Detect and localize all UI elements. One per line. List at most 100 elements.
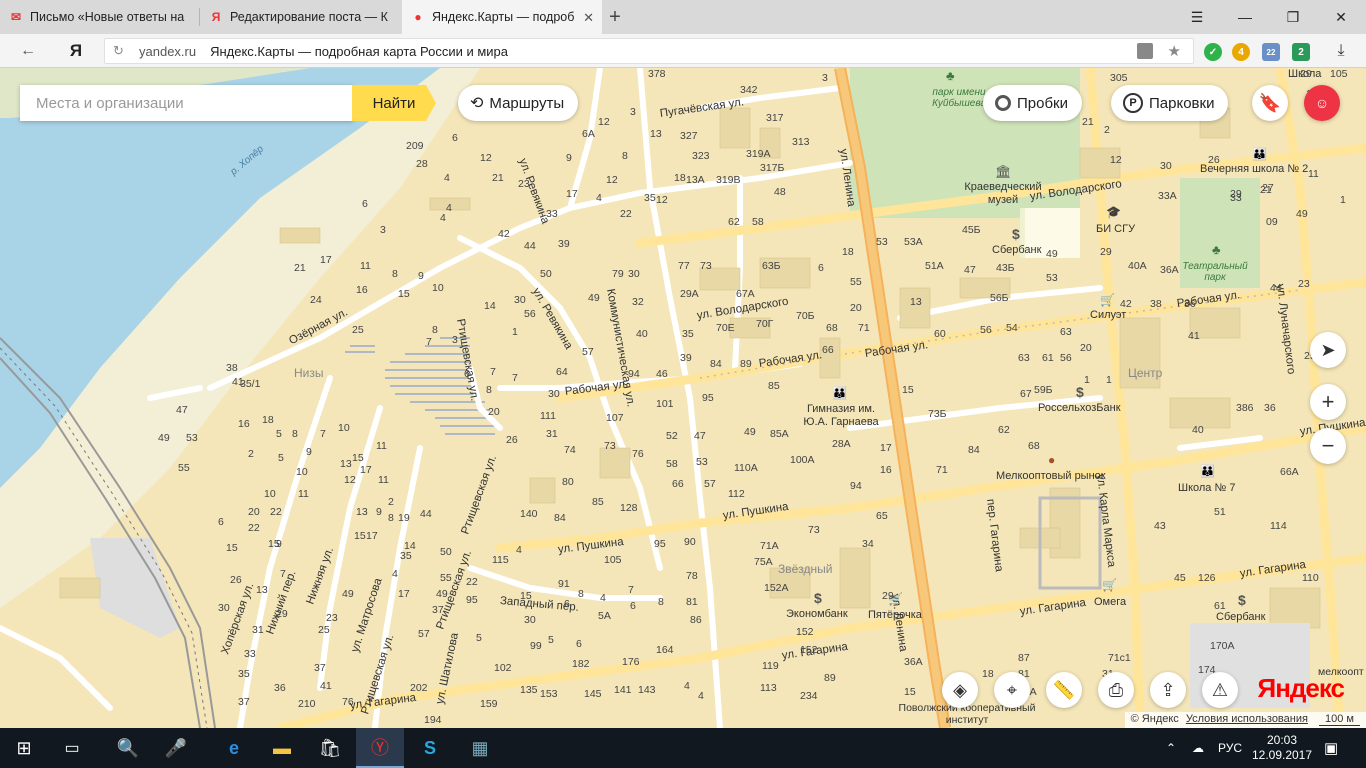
tray-chevron-icon[interactable]: ⌃ <box>1166 728 1176 768</box>
windows-start-icon[interactable]: ⊞ <box>0 728 48 768</box>
house-number: 11 <box>360 260 371 272</box>
geolocation-icon[interactable]: ➤ <box>1310 332 1346 368</box>
skype-icon[interactable]: S <box>406 728 454 768</box>
back-arrow-icon[interactable]: ← <box>12 34 44 68</box>
file-explorer-icon[interactable]: ▬ <box>258 728 306 768</box>
house-number: 342 <box>740 84 758 96</box>
museum-icon[interactable]: 🏛 <box>995 164 1012 180</box>
menu-icon[interactable]: ☰ <box>1174 0 1220 34</box>
house-number: 90 <box>684 536 696 548</box>
house-number: 30 <box>218 602 230 614</box>
star-icon[interactable]: ★ <box>1168 42 1181 60</box>
print-icon[interactable]: ⎙ <box>1098 672 1134 708</box>
house-number: 62 <box>998 424 1010 436</box>
house-number: 35 <box>682 328 694 340</box>
routes-button[interactable]: ⟲ Маршруты <box>458 85 579 121</box>
tab-yandex-maps[interactable]: ● Яндекс.Карты — подроб ✕ <box>402 0 602 34</box>
house-number: 56Б <box>990 292 1009 304</box>
url-field[interactable]: ↻ yandex.ru Яндекс.Карты — подробная кар… <box>104 38 1194 64</box>
house-number: 386 <box>1236 402 1254 414</box>
language-indicator[interactable]: РУС <box>1218 728 1242 768</box>
minimize-icon[interactable]: — <box>1222 0 1268 34</box>
house-number: 31 <box>546 428 558 440</box>
edge-icon[interactable]: e <box>210 728 258 768</box>
panorama-icon[interactable]: ⌖ <box>994 672 1030 708</box>
house-number: 56 <box>524 308 536 320</box>
new-tab-button[interactable]: + <box>593 0 637 34</box>
house-number: 61 <box>1214 600 1226 612</box>
bank-icon[interactable]: $ <box>1012 226 1020 242</box>
house-number: 15 <box>398 288 410 300</box>
house-number: 3 <box>822 72 828 84</box>
close-window-icon[interactable]: ✕ <box>1318 0 1364 34</box>
yandex-browser-icon[interactable]: Ⓨ <box>356 728 404 768</box>
task-view-icon[interactable]: ▭ <box>48 728 96 768</box>
house-number: 327 <box>680 130 698 142</box>
house-number: 23 <box>326 612 338 624</box>
find-button[interactable]: Найти <box>352 85 436 121</box>
notifications-icon[interactable]: ▣ <box>1324 728 1338 768</box>
routes-label: Маршруты <box>489 94 565 112</box>
share-icon[interactable]: ⇪ <box>1150 672 1186 708</box>
bank-icon[interactable]: $ <box>814 590 822 606</box>
store-icon[interactable]: 🛍 <box>306 728 354 768</box>
house-number: 8 <box>658 596 664 608</box>
bank-icon[interactable]: $ <box>1076 384 1084 400</box>
house-number: 33А <box>1158 190 1177 202</box>
ruler-icon[interactable]: 📏 <box>1046 672 1082 708</box>
tree-icon[interactable]: ♣ <box>946 68 955 83</box>
bank-icon[interactable]: $ <box>1238 592 1246 608</box>
house-number: 49 <box>744 426 756 438</box>
check-extension-icon[interactable]: ✓ <box>1204 43 1222 61</box>
house-number: 6 <box>564 598 570 610</box>
traffic-button[interactable]: Пробки <box>983 85 1082 121</box>
school-icon[interactable]: 👪 <box>1252 147 1267 161</box>
house-number: 14 <box>484 300 496 312</box>
shop-icon[interactable]: 🛒 <box>1100 293 1115 307</box>
search-input[interactable]: Места и организации <box>20 85 353 121</box>
tree-icon[interactable]: ♣ <box>1212 242 1221 257</box>
school-icon[interactable]: 👪 <box>1200 464 1215 478</box>
house-number: 55 <box>178 462 190 474</box>
tab-mail[interactable]: ✉ Письмо «Новые ответы на <box>0 0 198 34</box>
university-icon[interactable]: 🎓 <box>1106 205 1121 219</box>
reload-icon[interactable]: ↻ <box>113 43 124 59</box>
map-canvas[interactable]: ул. Ленина ул. Ленина ул. Володарского у… <box>0 68 1366 728</box>
download-icon[interactable]: ⤓ <box>1326 34 1356 68</box>
house-number: 25 <box>352 324 364 336</box>
house-number: 7 <box>320 428 326 440</box>
extension-badge-1[interactable]: 4 <box>1232 43 1250 61</box>
network-icon[interactable]: ☁ <box>1192 728 1204 768</box>
parking-button[interactable]: P Парковки <box>1111 85 1229 121</box>
yandex-logo: Яндекс <box>1257 673 1345 703</box>
house-number: 102 <box>494 662 512 674</box>
microphone-icon[interactable]: 🎤 <box>152 728 200 768</box>
tab-post-editor[interactable]: Я Редактирование поста — К <box>200 0 400 34</box>
restore-icon[interactable]: ❐ <box>1270 0 1316 34</box>
terms-link[interactable]: Условия использования <box>1186 713 1308 725</box>
lock-icon[interactable] <box>1137 43 1153 59</box>
school-icon[interactable]: 👪 <box>832 386 847 400</box>
house-number: 110А <box>734 462 758 474</box>
bookmark-icon[interactable]: 🔖 <box>1252 85 1288 121</box>
market-icon[interactable]: ● <box>1048 453 1055 467</box>
photos-icon[interactable]: ▦ <box>456 728 504 768</box>
extension-badge-3[interactable]: 2 <box>1292 43 1310 61</box>
clock[interactable]: 20:03 12.09.2017 <box>1252 728 1312 768</box>
house-number: 57 <box>418 628 430 640</box>
shop-icon[interactable]: 🛒 <box>1102 578 1117 592</box>
yandex-home-button[interactable]: Я <box>60 34 92 68</box>
house-number: 13 <box>356 506 368 518</box>
house-number: 16 <box>356 284 368 296</box>
house-number: 66А <box>1280 466 1299 478</box>
zoom-out-button[interactable]: − <box>1310 428 1346 464</box>
report-warning-icon[interactable]: ⚠ <box>1202 672 1238 708</box>
extension-badge-2[interactable]: 22 <box>1262 43 1280 61</box>
parking-icon: P <box>1123 93 1143 113</box>
house-number: 80 <box>562 476 574 488</box>
search-icon[interactable]: 🔍 <box>104 728 152 768</box>
zoom-in-button[interactable]: + <box>1310 384 1346 420</box>
avatar[interactable]: ☺ <box>1304 85 1340 121</box>
layers-icon[interactable]: ◈ <box>942 672 978 708</box>
house-number: 13А <box>686 174 705 186</box>
